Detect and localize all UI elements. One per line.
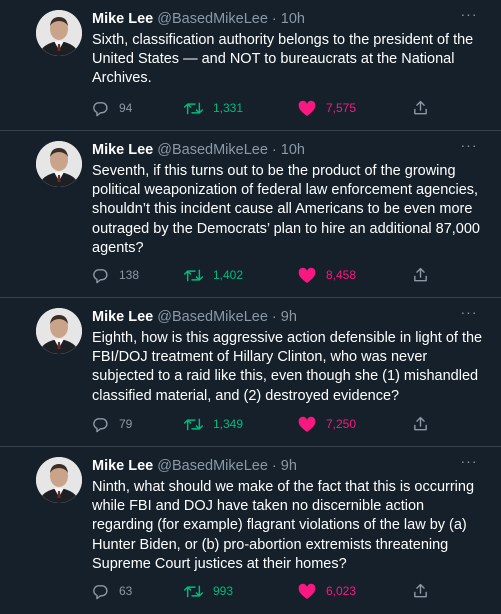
reply-icon [93,417,108,432]
like-button[interactable]: 8,458 [298,265,356,285]
heart-filled-icon [298,267,316,283]
timestamp: 10h [280,11,305,27]
timestamp: 10h [280,142,305,158]
share-icon [414,583,427,598]
tweet[interactable]: Mike Lee @BasedMikeLee · 10h ··· Sixth, c… [0,0,501,130]
avatar-image [36,141,82,187]
retweet-button[interactable]: 1,402 [184,265,243,285]
author-handle[interactable]: @BasedMikeLee · 9h [157,458,297,474]
tweet-header: Mike Lee @BasedMikeLee · 9h [92,307,297,327]
share-icon [414,416,427,431]
heart-filled-icon [298,416,316,432]
tweet[interactable]: Mike Lee @BasedMikeLee · 9h ··· Eighth, h… [0,298,501,446]
reply-button[interactable]: 79 [92,414,132,434]
retweet-button[interactable]: 993 [184,581,233,601]
share-button[interactable] [412,265,439,285]
reply-count: 79 [119,417,133,431]
tweet-text: Ninth, what should we make of the fact t… [92,479,475,572]
author-handle[interactable]: @BasedMikeLee · 10h [157,11,305,27]
share-button[interactable] [412,414,439,434]
timestamp: 9h [280,458,297,474]
share-icon [414,100,427,115]
tweet-text: Seventh, if this turns out to be the pro… [92,163,480,256]
reply-count: 63 [119,584,133,598]
more-icon[interactable]: ··· [458,7,480,25]
like-count: 7,575 [326,101,357,115]
action-bar: 63 993 6,023 [92,581,442,601]
retweet-icon [184,418,203,430]
tweet[interactable]: Mike Lee @BasedMikeLee · 9h ··· Ninth, wh… [0,447,501,614]
retweet-icon [184,585,203,597]
retweet-count: 1,349 [213,417,244,431]
tweet-header: Mike Lee @BasedMikeLee · 10h [92,9,305,29]
avatar-image [36,308,82,354]
tweet-thread: Mike Lee @BasedMikeLee · 10h ··· Sixth, c… [0,0,501,614]
more-icon[interactable]: ··· [458,138,480,156]
author-name[interactable]: Mike Lee [92,11,153,27]
timestamp: 9h [280,309,297,325]
tweet-text: Sixth, classification authority belongs … [92,32,474,87]
reply-button[interactable]: 63 [92,581,132,601]
tweet-text: Eighth, how is this aggressive action de… [92,330,483,404]
share-button[interactable] [412,581,439,601]
author-name[interactable]: Mike Lee [92,309,153,325]
author-name[interactable]: Mike Lee [92,142,153,158]
retweet-count: 1,402 [213,268,244,282]
more-icon[interactable]: ··· [458,454,480,472]
tweet[interactable]: Mike Lee @BasedMikeLee · 10h ··· Seventh,… [0,131,501,297]
like-button[interactable]: 7,250 [298,414,356,434]
retweet-count: 1,331 [213,101,244,115]
reply-icon [93,268,108,283]
heart-filled-icon [298,583,316,599]
heart-filled-icon [298,100,316,116]
retweet-button[interactable]: 1,349 [184,414,243,434]
avatar[interactable] [36,457,82,503]
action-bar: 79 1,349 7,250 [92,414,442,434]
author-handle[interactable]: @BasedMikeLee · 10h [157,142,305,158]
retweet-icon [184,102,203,114]
reply-count: 94 [119,101,133,115]
tweet-header: Mike Lee @BasedMikeLee · 10h [92,140,305,160]
reply-icon [93,584,108,599]
share-button[interactable] [412,98,439,118]
share-icon [414,267,427,282]
author-handle[interactable]: @BasedMikeLee · 9h [157,309,297,325]
author-name[interactable]: Mike Lee [92,458,153,474]
like-count: 8,458 [326,268,357,282]
avatar[interactable] [36,308,82,354]
action-bar: 138 1,402 8,458 [92,265,442,285]
avatar-image [36,10,82,56]
reply-count: 138 [119,268,140,282]
avatar-image [36,457,82,503]
tweet-header: Mike Lee @BasedMikeLee · 9h [92,456,297,476]
action-bar: 94 1,331 7,575 [92,98,442,118]
reply-button[interactable]: 138 [92,265,139,285]
reply-button[interactable]: 94 [92,98,132,118]
avatar[interactable] [36,10,82,56]
retweet-icon [184,269,203,281]
like-count: 6,023 [326,584,357,598]
like-count: 7,250 [326,417,357,431]
retweet-count: 993 [213,584,234,598]
retweet-button[interactable]: 1,331 [184,98,243,118]
like-button[interactable]: 6,023 [298,581,356,601]
reply-icon [93,101,108,116]
like-button[interactable]: 7,575 [298,98,356,118]
avatar[interactable] [36,141,82,187]
more-icon[interactable]: ··· [458,305,480,323]
